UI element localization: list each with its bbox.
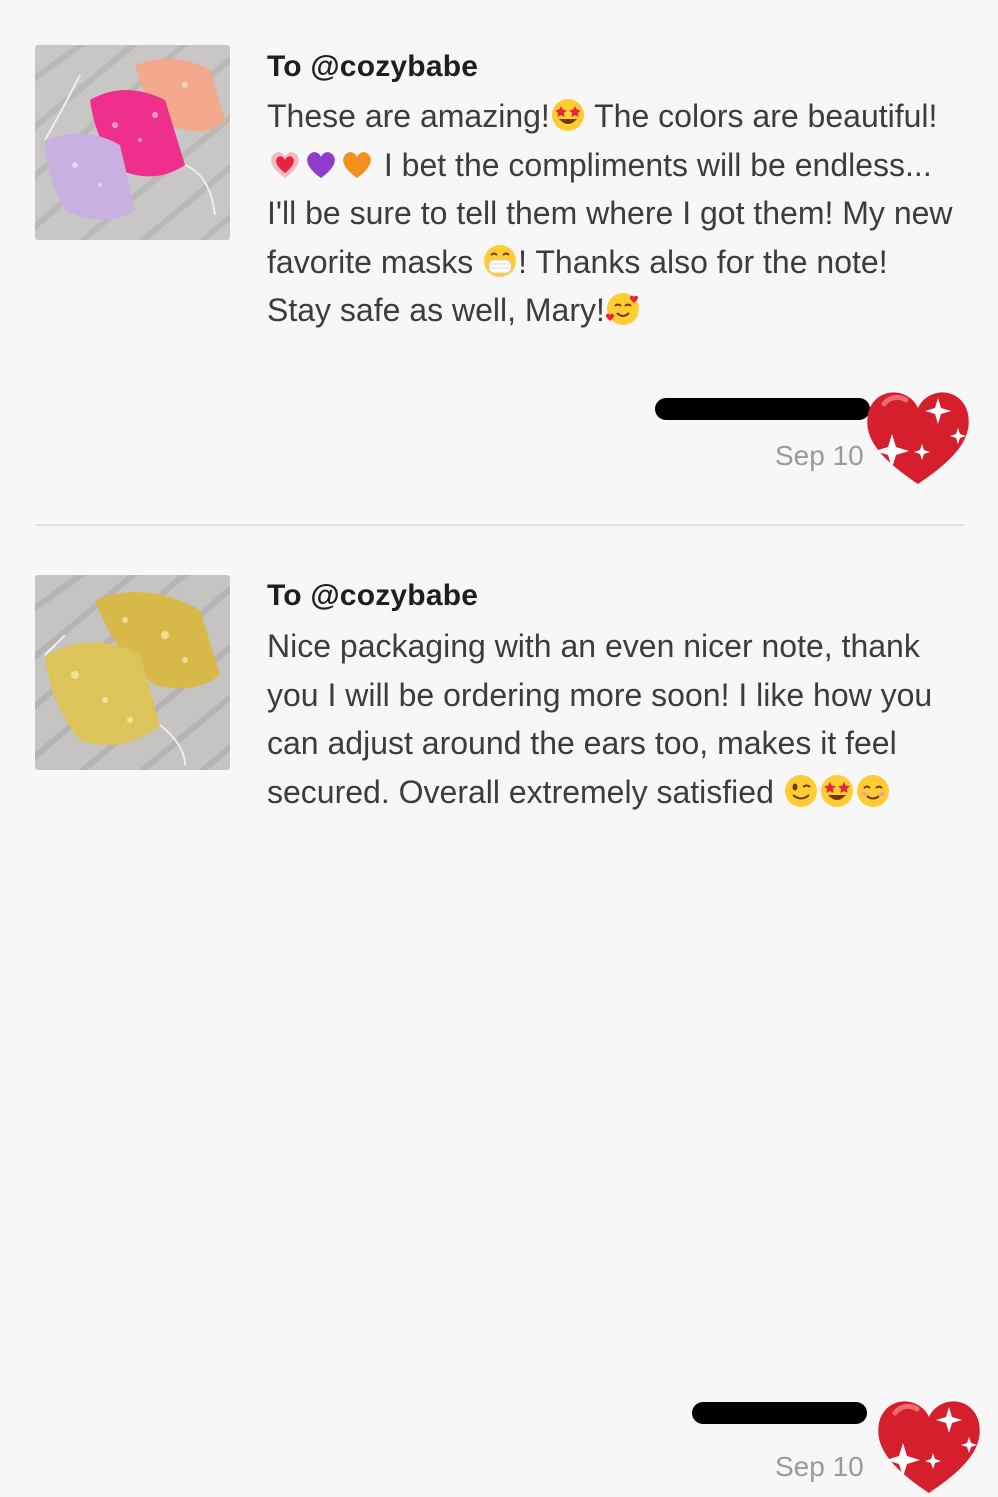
redacted-username [655, 398, 870, 420]
review-text: These are amazing! The colors are beauti… [267, 97, 953, 328]
review-recipient[interactable]: To @cozybabe [267, 50, 478, 84]
review-recipient[interactable]: To @cozybabe [267, 579, 478, 613]
winking-face-icon [783, 773, 819, 809]
review-text: Nice packaging with an even nicer note, … [267, 628, 933, 810]
redacted-username [692, 1402, 867, 1424]
purple-heart-icon [303, 146, 339, 182]
smiling-face-icon [855, 773, 891, 809]
review-item-2: To @cozybabe Nice packaging with an even… [0, 527, 998, 1493]
smiling-face-with-hearts-icon [605, 291, 641, 327]
review-divider [35, 524, 965, 526]
review-date: Sep 10 [775, 440, 864, 471]
review-photo[interactable] [35, 575, 230, 770]
face-with-mask-icon [482, 243, 518, 279]
star-struck-icon [550, 97, 586, 133]
star-struck-icon [819, 773, 855, 809]
sparkling-heart-icon[interactable] [873, 1393, 985, 1497]
sparkling-heart-icon[interactable] [862, 384, 974, 488]
heart-with-ribbon-icon [267, 146, 303, 182]
orange-heart-icon [339, 146, 375, 182]
review-date: Sep 10 [775, 1451, 864, 1482]
review-item-1: To @cozybabe These are amazing! The colo… [0, 0, 998, 525]
review-photo[interactable] [35, 45, 230, 240]
